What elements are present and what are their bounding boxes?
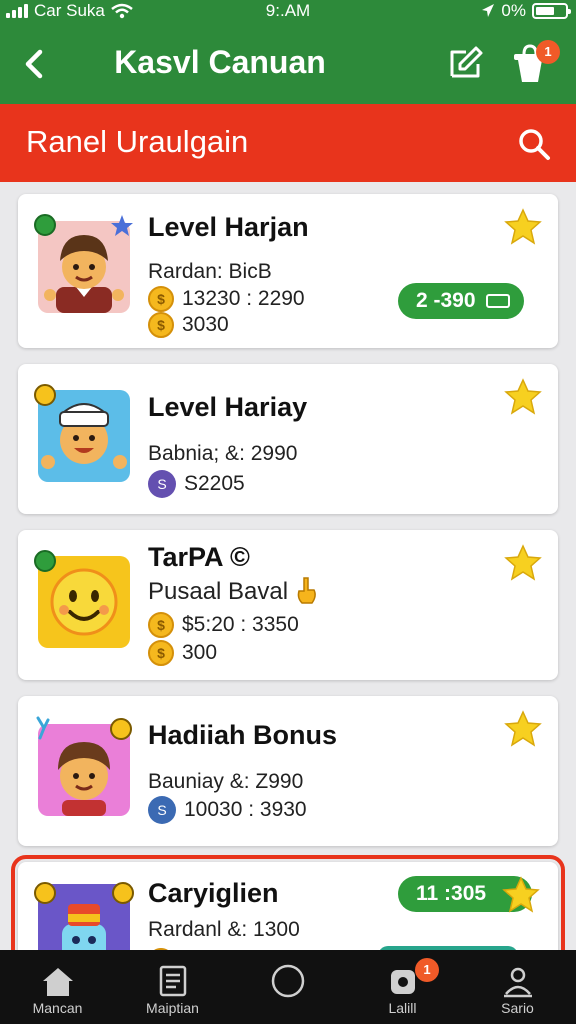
search-icon <box>519 129 550 160</box>
list-item[interactable]: TarPA © Pusaal Baval $ $5:20 : 3350 $ 30… <box>18 530 558 680</box>
circle-home-button-icon <box>271 964 305 998</box>
stat-value: 13230 : 2290 <box>182 287 305 310</box>
favorite-star-icon[interactable] <box>502 876 540 914</box>
price-value: 2 -390 <box>416 289 476 312</box>
coin-stat: $ 13230 : 2290 <box>148 286 305 312</box>
coin-stat: $ 3030 <box>148 312 229 338</box>
level-badge-icon <box>34 882 56 904</box>
list-item[interactable]: Level Hariay Babnia; &: 2990 S S2205 <box>18 364 558 514</box>
shield-icon: S <box>148 470 176 498</box>
card-title: TarPA © <box>148 542 250 572</box>
section-title: Ranel Uraulgain <box>26 124 249 159</box>
page-title: Kasvl Canuan <box>114 44 326 80</box>
stat-value: S2205 <box>184 472 245 495</box>
avatar <box>38 390 130 482</box>
edit-button[interactable] <box>446 42 486 82</box>
coin-stat: $ 300 <box>148 640 217 666</box>
nav-item-profile[interactable]: Sario <box>460 950 575 1024</box>
card-subtitle: Babnia; &: 2990 <box>148 442 298 465</box>
card-subtitle: Rardan: BicB <box>148 260 272 283</box>
card-title: Level Hariay <box>148 392 308 422</box>
battery-percent: 0% <box>501 1 526 20</box>
card-subtitle: Rardanl &: 1300 <box>148 918 300 941</box>
bottom-nav: Mancan Maiptian 1 Lalill Sario <box>0 950 576 1024</box>
shield-icon: S <box>148 796 176 824</box>
favorite-star-icon[interactable] <box>504 710 542 748</box>
card-title: Hadiiah Bonus <box>148 720 338 750</box>
cart-badge: 1 <box>536 40 560 64</box>
nav-item-home[interactable]: Mancan <box>0 950 115 1024</box>
profile-icon <box>504 967 532 998</box>
nav-label: Mancan <box>32 1000 83 1016</box>
level-badge-icon <box>34 214 56 236</box>
notification-badge: 1 <box>415 958 439 982</box>
location-arrow-icon <box>482 4 495 17</box>
nav-label: Maiptian <box>146 1000 199 1016</box>
favorite-star-icon[interactable] <box>504 378 542 416</box>
avatar <box>38 556 130 648</box>
document-icon <box>159 965 187 997</box>
home-icon <box>43 968 73 996</box>
sparkle-icon <box>36 716 50 740</box>
list-item[interactable]: Caryiglien Rardanl &: 1300 $ 11 :305 <box>11 855 565 950</box>
favorite-star-icon[interactable] <box>504 544 542 582</box>
coin-icon: $ <box>148 286 174 312</box>
sparkle-star-icon <box>111 215 133 236</box>
ticket-icon <box>485 294 510 308</box>
stat-value: 10030 : 3930 <box>184 798 307 821</box>
card-subtitle: Pusaal Baval <box>148 578 289 605</box>
shield-stat: S 10030 : 3930 <box>148 796 307 824</box>
character-avatar-icon <box>38 390 130 482</box>
sub-header: Ranel Uraulgain <box>0 104 576 182</box>
nav-item-document[interactable]: Maiptian <box>115 950 230 1024</box>
price-value: 11 :305 <box>416 882 487 905</box>
app-header: Kasvl Canuan 1 <box>0 24 576 104</box>
level-badge-icon <box>110 718 132 740</box>
shield-stat: S S2205 <box>148 470 245 498</box>
status-right: 0% <box>481 1 571 21</box>
edit-icon <box>450 46 483 78</box>
stat-value: 3030 <box>182 313 229 336</box>
favorite-star-icon[interactable] <box>504 208 542 246</box>
level-badge-icon <box>34 384 56 406</box>
nav-item-center[interactable] <box>230 950 345 1024</box>
card-title: Level Harjan <box>148 212 309 242</box>
level-badge-icon <box>112 882 134 904</box>
list-item[interactable]: Level Harjan Rardan: BicB $ 13230 : 2290… <box>18 194 558 348</box>
nav-label: Lalill <box>388 1000 417 1016</box>
pointing-hand-icon <box>297 577 316 604</box>
nav-item-notifications[interactable]: 1 Lalill <box>345 950 460 1024</box>
list-item[interactable]: Hadiiah Bonus Bauniay &: Z990 S 10030 : … <box>18 696 558 846</box>
coin-icon: $ <box>148 640 174 666</box>
coin-icon: $ <box>148 612 174 638</box>
smiley-avatar-icon <box>38 556 130 648</box>
battery-icon <box>532 3 571 19</box>
coin-stat: $ $5:20 : 3350 <box>148 612 299 638</box>
status-bar: Car Suka 9:.AM 0% <box>0 0 576 24</box>
search-button[interactable] <box>516 126 552 162</box>
coin-icon: $ <box>148 312 174 338</box>
stat-value: $5:20 : 3350 <box>182 613 299 636</box>
level-badge-icon <box>34 550 56 572</box>
card-title: Caryiglien <box>148 878 279 908</box>
reward-list: Level Harjan Rardan: BicB $ 13230 : 2290… <box>0 192 576 950</box>
stat-value: 300 <box>182 641 218 664</box>
price-button[interactable]: 2 -390 <box>398 283 524 319</box>
card-subtitle: Bauniay &: Z990 <box>148 770 304 793</box>
nav-label: Sario <box>501 1000 534 1016</box>
cart-button[interactable]: 1 <box>510 40 560 86</box>
